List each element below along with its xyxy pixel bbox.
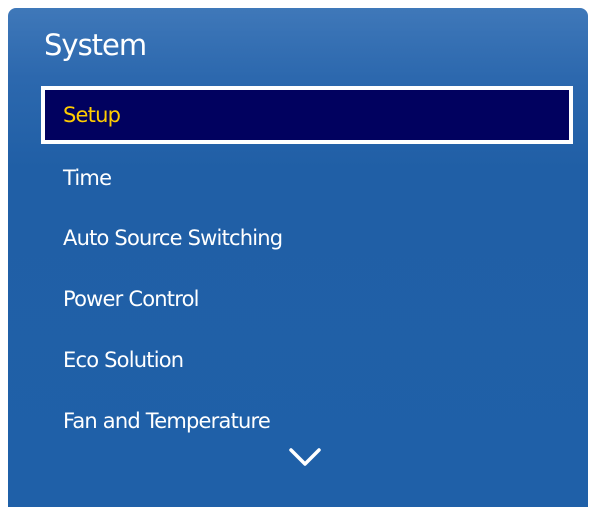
menu-item-setup[interactable]: Setup bbox=[41, 86, 573, 144]
menu-item-power-control[interactable]: Power Control bbox=[41, 270, 573, 328]
chevron-down-icon bbox=[289, 448, 321, 466]
scroll-down-button[interactable] bbox=[287, 442, 323, 470]
menu-item-time[interactable]: Time bbox=[41, 149, 573, 207]
system-menu-panel: System Setup Time Auto Source Switching … bbox=[8, 8, 588, 507]
menu-item-auto-source-switching[interactable]: Auto Source Switching bbox=[41, 209, 573, 267]
menu-item-eco-solution[interactable]: Eco Solution bbox=[41, 331, 573, 389]
menu-title: System bbox=[44, 28, 147, 62]
